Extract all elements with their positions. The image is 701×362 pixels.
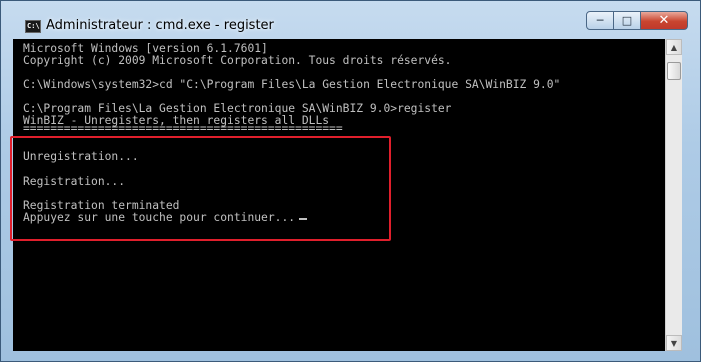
chevron-up-icon: ▲ [670, 42, 678, 52]
console-separator: ========================================… [23, 122, 343, 135]
vertical-scrollbar[interactable]: ▲ ▼ [665, 39, 682, 351]
close-icon: ✕ [658, 13, 670, 28]
cmd-window: C:\ Administrateur : cmd.exe - register … [0, 0, 701, 362]
scroll-down-button[interactable]: ▼ [666, 335, 682, 351]
maximize-button[interactable]: □ [614, 11, 641, 30]
minimize-button[interactable]: ─ [586, 11, 614, 30]
scroll-thumb[interactable] [667, 62, 681, 80]
title-bar[interactable]: C:\ Administrateur : cmd.exe - register … [1, 1, 700, 39]
console-line: Copyright (c) 2009 Microsoft Corporation… [23, 54, 452, 67]
close-button[interactable]: ✕ [641, 11, 688, 30]
maximize-icon: □ [621, 14, 633, 27]
scroll-up-button[interactable]: ▲ [666, 39, 682, 55]
window-controls: ─ □ ✕ [586, 11, 688, 31]
red-highlight-box [10, 136, 391, 241]
cmd-app-icon[interactable]: C:\ [25, 20, 41, 33]
window-title: Administrateur : cmd.exe - register [46, 18, 274, 33]
console-line: C:\Windows\system32>cd "C:\Program Files… [23, 78, 561, 91]
chevron-down-icon: ▼ [670, 338, 678, 348]
minimize-icon: ─ [596, 14, 604, 27]
